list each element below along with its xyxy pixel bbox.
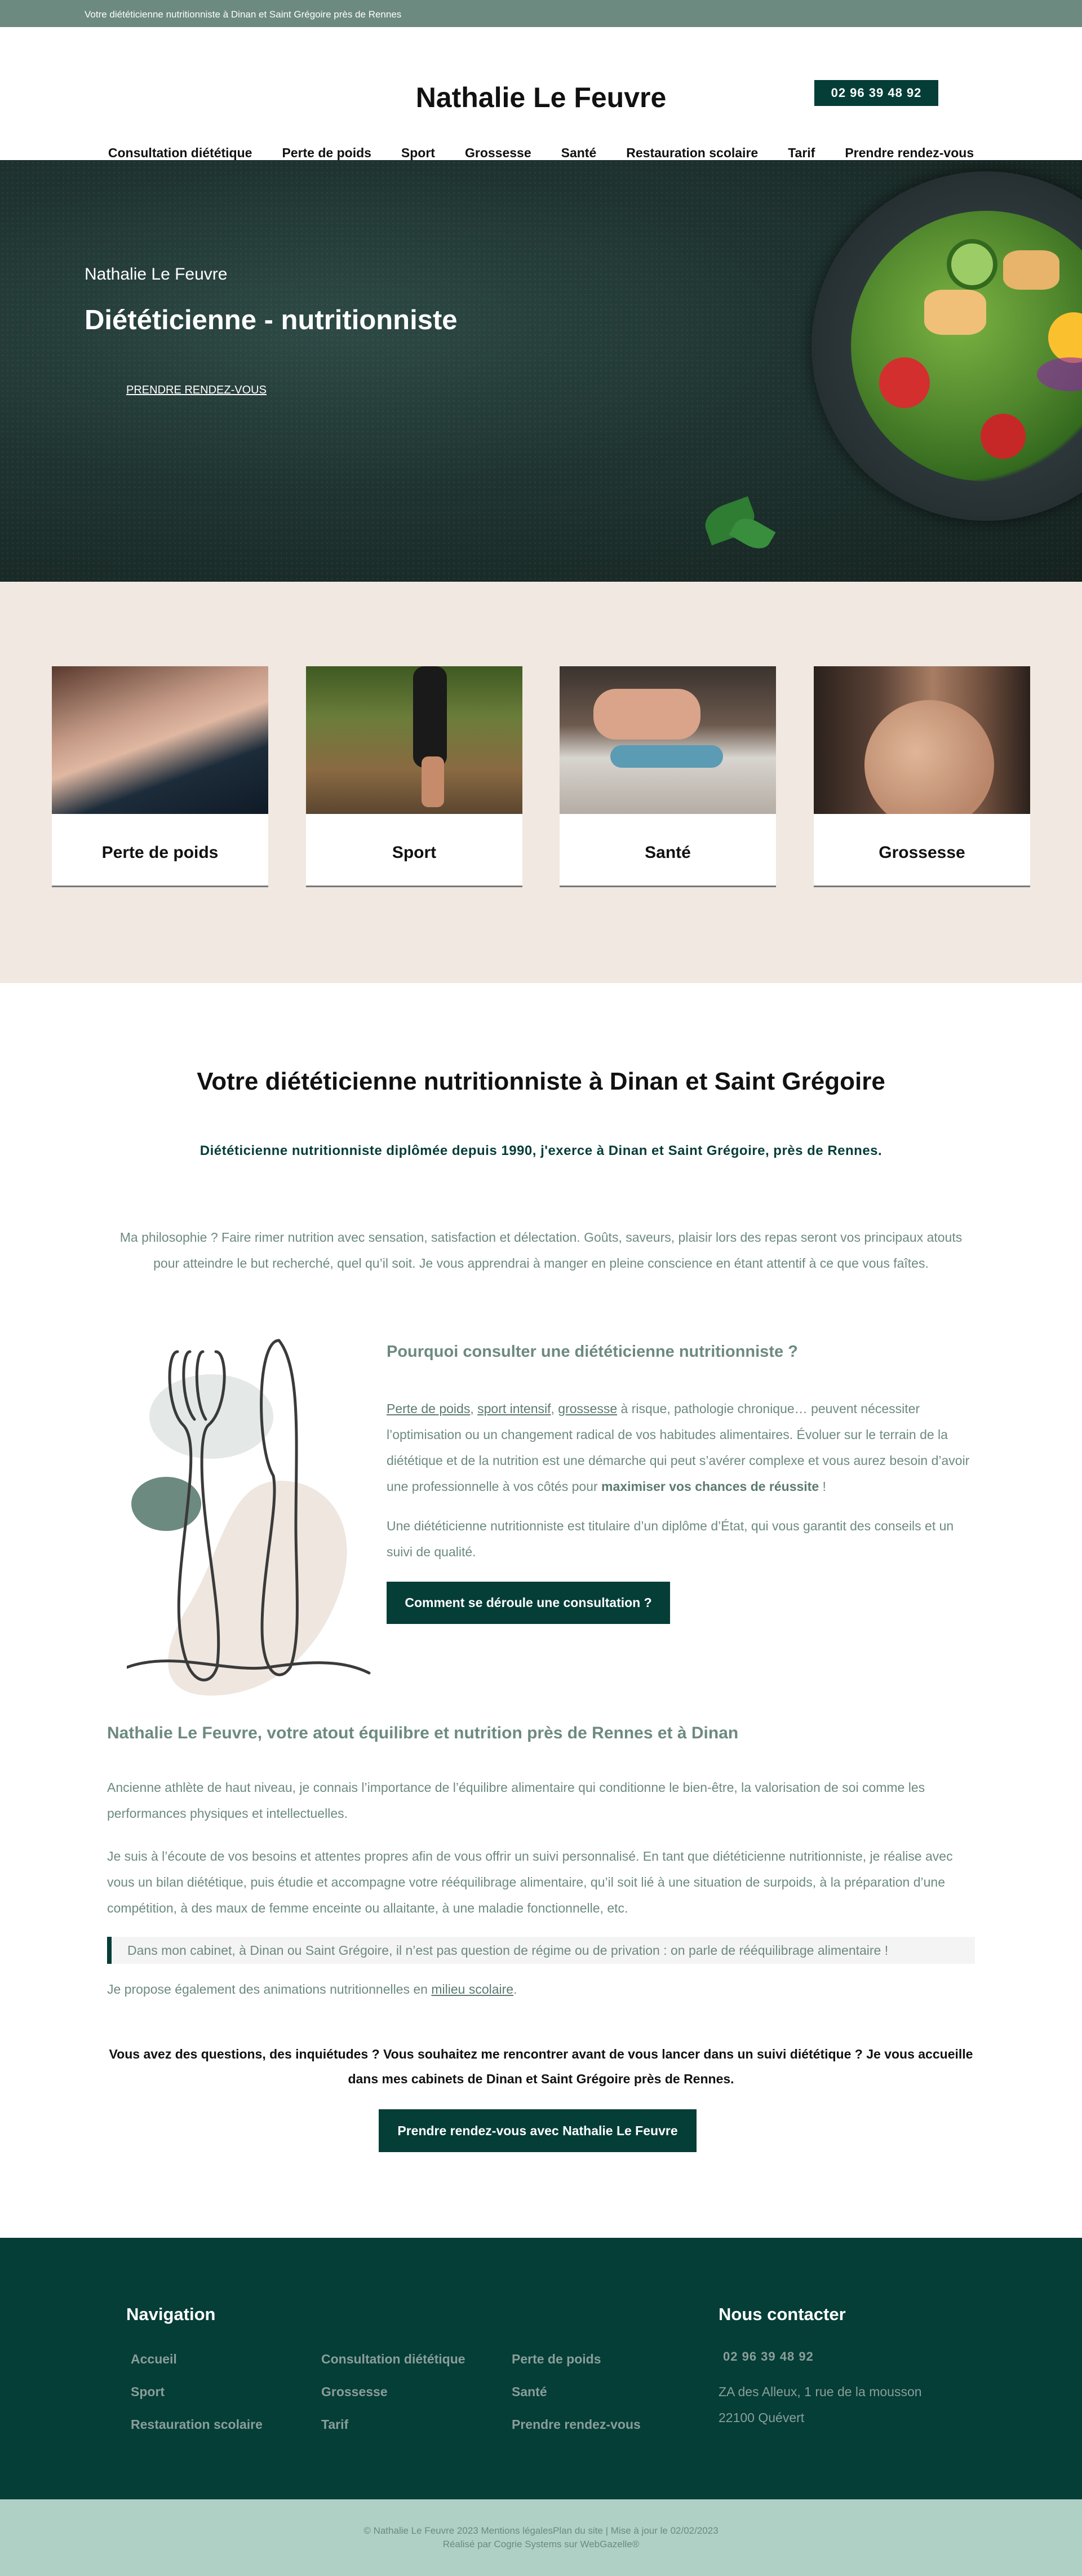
footer-phone[interactable]: 02 96 39 48 92: [723, 2349, 814, 2364]
category-label: Grossesse: [879, 843, 965, 862]
why-bold-text: maximiser vos chances de réussite: [601, 1479, 819, 1494]
footer-link-accueil[interactable]: Accueil: [131, 2352, 177, 2367]
footer-link-sport[interactable]: Sport: [131, 2384, 165, 2400]
footer-link-sante[interactable]: Santé: [512, 2384, 547, 2400]
nav-item-sport[interactable]: Sport: [401, 145, 435, 161]
school-text: Je propose également des animations nutr…: [107, 1982, 432, 1997]
nav-item-grossesse[interactable]: Grossesse: [465, 145, 531, 161]
category-label: Sport: [392, 843, 437, 862]
philosophy-paragraph: Ma philosophie ? Faire rimer nutrition a…: [119, 1230, 963, 1271]
atout-heading: Nathalie Le Feuvre, votre atout équilibr…: [107, 1724, 739, 1742]
listening-paragraph: Je suis à l’écoute de vos besoins et att…: [107, 1849, 953, 1915]
cutlery-illustration: [127, 1339, 371, 1696]
sport-intensif-link[interactable]: sport intensif: [477, 1401, 551, 1416]
school-end: .: [513, 1982, 517, 1997]
hero-banner: Nathalie Le Feuvre Diététicienne - nutri…: [0, 160, 1082, 582]
category-card-grossesse[interactable]: Grossesse: [814, 666, 1030, 887]
category-label: Santé: [645, 843, 691, 862]
nav-item-restauration-scolaire[interactable]: Restauration scolaire: [626, 145, 758, 161]
nav-item-rendez-vous[interactable]: Prendre rendez-vous: [845, 145, 974, 161]
footer-link-restauration[interactable]: Restauration scolaire: [131, 2417, 263, 2432]
footer-address-line1: ZA des Alleux, 1 rue de la mousson: [719, 2384, 922, 2399]
footer-link-rendez-vous[interactable]: Prendre rendez-vous: [512, 2417, 641, 2432]
lead-statement: Diététicienne nutritionniste diplômée de…: [199, 1143, 883, 1158]
footer-contact-heading: Nous contacter: [719, 2304, 846, 2324]
top-announcement-bar: Votre diététicienne nutritionniste à Din…: [0, 0, 1082, 27]
category-card-perte-de-poids[interactable]: Perte de poids: [52, 666, 268, 887]
site-header: Nathalie Le Feuvre 02 96 39 48 92 Consul…: [0, 27, 1082, 160]
milieu-scolaire-link[interactable]: milieu scolaire: [431, 1982, 513, 1997]
main-heading: Votre diététicienne nutritionniste à Din…: [197, 1068, 885, 1095]
why-text-part2: !: [819, 1479, 826, 1494]
footer-address-line2: 22100 Quévert: [719, 2410, 805, 2425]
perte-de-poids-link[interactable]: Perte de poids: [387, 1401, 470, 1416]
why-consult-heading: Pourquoi consulter une diététicienne nut…: [387, 1343, 798, 1361]
health-photo: [560, 666, 776, 814]
sport-photo: [306, 666, 522, 814]
separator: ,: [551, 1401, 558, 1416]
main-navigation: Consultation diététique Perte de poids S…: [0, 145, 1082, 161]
nav-item-consultation[interactable]: Consultation diététique: [108, 145, 252, 161]
nav-item-perte-de-poids[interactable]: Perte de poids: [282, 145, 371, 161]
diploma-paragraph: Une diététicienne nutritionniste est tit…: [387, 1519, 954, 1559]
pregnancy-photo: [814, 666, 1030, 814]
legal-line2[interactable]: Réalisé par Cogrie Systems sur WebGazell…: [0, 2538, 1082, 2551]
hero-kicker: Nathalie Le Feuvre: [85, 265, 228, 284]
footer-link-consultation[interactable]: Consultation diététique: [321, 2352, 465, 2367]
cta-question: Vous avez des questions, des inquiétudes…: [109, 2047, 973, 2086]
footer-nav-heading: Navigation: [126, 2304, 216, 2324]
separator: ,: [470, 1401, 478, 1416]
hero-title: Diététicienne - nutritionniste: [85, 305, 458, 335]
hero-rendez-vous-link[interactable]: PRENDRE RENDEZ-VOUS: [126, 384, 267, 397]
rendez-vous-button[interactable]: Prendre rendez-vous avec Nathalie Le Feu…: [379, 2109, 697, 2152]
grossesse-link[interactable]: grossesse: [558, 1401, 617, 1416]
why-consult-paragraph: Perte de poids, sport intensif, grossess…: [387, 1396, 977, 1499]
category-card-sante[interactable]: Santé: [560, 666, 776, 887]
category-label: Perte de poids: [101, 843, 219, 862]
legal-line1[interactable]: © Nathalie Le Feuvre 2023 Mentions légal…: [0, 2524, 1082, 2538]
topbar-text: Votre diététicienne nutritionniste à Din…: [85, 9, 402, 20]
legal-bar: © Nathalie Le Feuvre 2023 Mentions légal…: [0, 2499, 1082, 2576]
nav-item-sante[interactable]: Santé: [561, 145, 597, 161]
site-footer: Navigation Accueil Consultation diététiq…: [0, 2238, 1082, 2499]
site-title-link[interactable]: Nathalie Le Feuvre: [416, 81, 667, 114]
phone-button[interactable]: 02 96 39 48 92: [814, 80, 938, 106]
weight-loss-photo: [52, 666, 268, 814]
cabinet-quote: Dans mon cabinet, à Dinan ou Saint Grégo…: [107, 1937, 975, 1964]
footer-link-grossesse[interactable]: Grossesse: [321, 2384, 388, 2400]
footer-link-perte-de-poids[interactable]: Perte de poids: [512, 2352, 601, 2367]
consultation-button[interactable]: Comment se déroule une consultation ?: [387, 1582, 670, 1624]
category-section: Perte de poids Sport Santé Grossesse: [0, 582, 1082, 983]
footer-link-tarif[interactable]: Tarif: [321, 2417, 348, 2432]
category-card-sport[interactable]: Sport: [306, 666, 522, 887]
grey-blob: [149, 1374, 273, 1459]
school-paragraph: Je propose également des animations nutr…: [107, 1976, 975, 2002]
athlete-paragraph: Ancienne athlète de haut niveau, je conn…: [107, 1780, 925, 1821]
nav-item-tarif[interactable]: Tarif: [788, 145, 815, 161]
